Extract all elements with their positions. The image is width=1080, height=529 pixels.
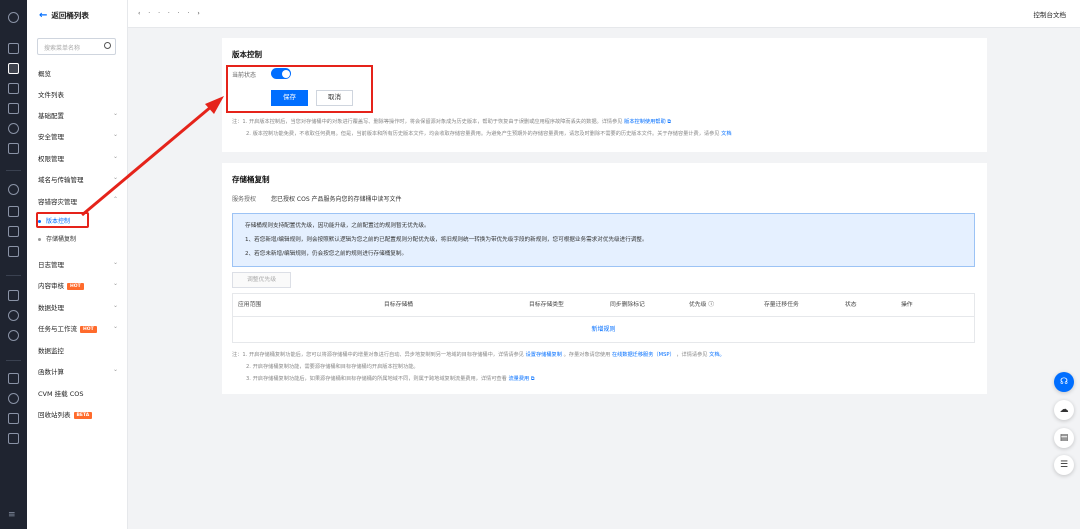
column-header: 目标存储桶 [384,302,413,308]
book-icon[interactable]: ▤ [1054,428,1074,448]
headset-icon[interactable]: ☊ [1054,372,1074,392]
list-icon[interactable]: ☰ [1054,455,1074,475]
table-divider [233,316,974,317]
column-header: 同步删除标记 [610,302,645,308]
adjust-priority-button[interactable]: 调整优先级 [232,272,291,288]
replication-note-3: 3. 开启存储桶复制功能后，如果源存储桶和目标存储桶的所属地域不同，则属于跨地域… [246,373,535,385]
replication-title: 存储桶复制 [232,175,270,184]
replication-note-2: 2. 开启存储桶复制功能，需要源存储桶和目标存储桶均开启版本控制功能。 [246,361,419,373]
column-header: 优先级 ⓘ [689,302,715,308]
column-header: 操作 [901,302,913,308]
info-line: 存储桶规则支持配置优先级，因功能升级，之前配置过的规则暂无优先级。 [245,223,430,229]
column-header: 存量迁移任务 [764,302,799,308]
info-line: 2、若您未新增/编辑规则，仍会按您之前的规则进行存储桶复制。 [245,251,408,257]
replication-doc-link[interactable]: 文档。 [709,352,725,358]
column-header: 应用范围 [238,302,262,308]
add-rule-link[interactable]: 新增规则 [233,324,974,333]
note-text: 注：1. 开启存储桶复制功能后，您可以将源存储桶中的增量对象进行自动、异步地复制… [232,352,524,358]
column-header: 目标存储类型 [529,302,564,308]
note-text: 。存量对象请您使用 [563,352,611,358]
note-text: ，详情请参见 [676,352,708,358]
cloud-icon[interactable]: ☁ [1054,400,1074,420]
note-text: 2. 开启存储桶复制功能，需要源存储桶和目标存储桶均开启版本控制功能。 [246,364,419,370]
msp-migration-link[interactable]: 在线数据迁移服务（MSP） [612,352,675,358]
info-line: 1、若您新增/编辑规则，则会按照默认逻辑为您之前的已配置规则分配优先级，将旧规则… [245,237,648,243]
service-auth-text: 您已授权 COS 产品服务向您的存储桶中读写文件 [271,196,402,203]
column-header: 状态 [845,302,857,308]
note-text: 3. 开启存储桶复制功能后，如果源存储桶和目标存储桶的所属地域不同，则属于跨地域… [246,376,507,382]
external-link-icon: ⧉ [530,376,535,382]
service-auth-label: 服务授权 [232,196,257,203]
traffic-fee-link[interactable]: 流量费用 [508,376,529,382]
priority-info-box: 存储桶规则支持配置优先级，因功能升级，之前配置过的规则暂无优先级。 1、若您新增… [232,213,975,267]
replication-rules-table: 应用范围 目标存储桶 目标存储类型 同步删除标记 优先级 ⓘ 存量迁移任务 状态… [232,293,975,343]
replication-card: 存储桶复制 服务授权 您已授权 COS 产品服务向您的存储桶中读写文件 存储桶规… [222,163,987,394]
setup-replication-link[interactable]: 设置存储桶复制 [526,352,562,358]
replication-note-1: 注：1. 开启存储桶复制功能后，您可以将源存储桶中的增量对象进行自动、异步地复制… [232,349,725,361]
